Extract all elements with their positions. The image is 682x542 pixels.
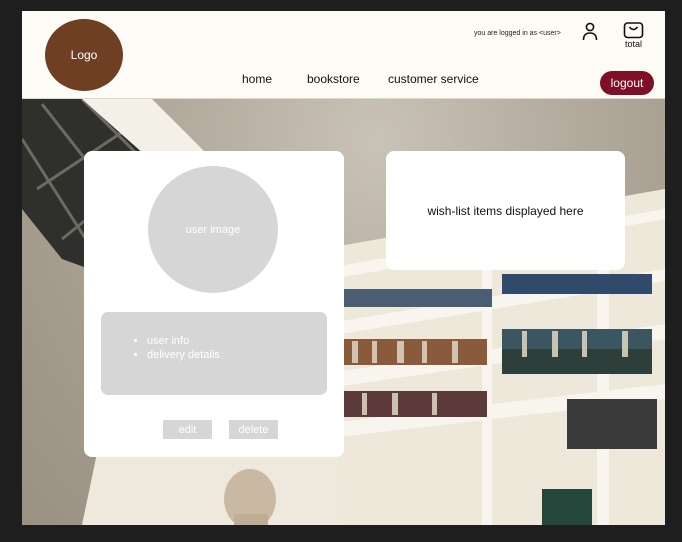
- delivery-details-item: delivery details: [147, 348, 220, 362]
- profile-card: user image user info delivery details ed…: [84, 151, 344, 457]
- edit-button[interactable]: edit: [163, 420, 212, 439]
- logo[interactable]: Logo: [45, 19, 123, 91]
- user-details-box: user info delivery details: [101, 312, 327, 395]
- site-header: Logo you are logged in as <user> total h…: [22, 11, 665, 99]
- cart-total-label: total: [625, 39, 643, 49]
- nav-home-link[interactable]: home: [242, 72, 272, 86]
- nav-bookstore-link[interactable]: bookstore: [307, 72, 360, 86]
- shopping-bag-icon[interactable]: [623, 19, 644, 39]
- delete-button[interactable]: delete: [229, 420, 278, 439]
- user-icon[interactable]: [582, 22, 598, 41]
- wishlist-card: wish-list items displayed here: [386, 151, 625, 270]
- user-image-placeholder[interactable]: user image: [148, 166, 278, 293]
- login-status: you are logged in as <user>: [474, 30, 561, 37]
- logout-button[interactable]: logout: [600, 71, 654, 95]
- nav-customer-service-link[interactable]: customer service: [388, 72, 479, 86]
- user-details-list: user info delivery details: [101, 334, 220, 362]
- user-info-item: user info: [147, 334, 220, 348]
- app-frame: Logo you are logged in as <user> total h…: [22, 11, 665, 525]
- wishlist-placeholder: wish-list items displayed here: [427, 203, 584, 218]
